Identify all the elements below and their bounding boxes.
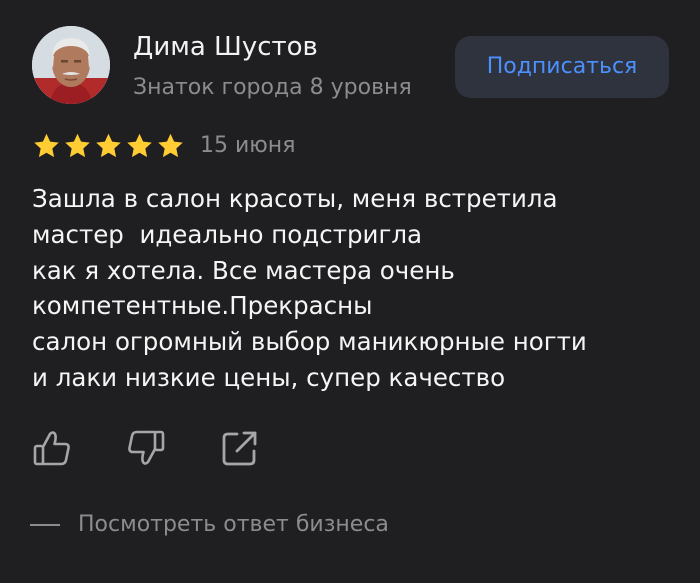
review-text: Зашла в салон красоты, меня встретила мас… [32,181,682,396]
star-icon [96,133,121,158]
review-text-line: компетентные.Прекрасны [32,291,373,321]
business-reply-label: Посмотреть ответ бизнеса [78,512,389,537]
thumbs-up-icon [33,431,70,466]
review-text-line: Зашла в салон красоты, меня встретила [32,184,558,213]
star-rating [32,131,187,161]
star-icon [34,133,59,158]
avatar-photo [32,26,110,104]
thumbs-down-icon [128,430,165,465]
avatar[interactable] [32,26,110,104]
star-icon [127,133,152,158]
review-date: 15 июня [200,133,296,158]
review-text-line: салон огромный выбор маникюрные ногти [32,327,587,357]
share-icon [222,431,257,466]
reply-dash [30,524,60,526]
dislike-button[interactable] [126,428,166,468]
business-reply-link[interactable]: Посмотреть ответ бизнеса [30,508,389,542]
star-icon [65,133,90,158]
author-level: Знаток города 8 уровня [133,75,412,100]
review-text-line: мастер идеально подстригла [32,219,422,249]
share-button[interactable] [220,428,260,468]
review-text-line: как я хотела. Все мастера очень [32,255,455,285]
review-text-line: и лаки низкие цены, супер качество [32,362,506,392]
star-icon [158,133,183,158]
author-name[interactable]: Дима Шустов [133,30,318,64]
like-button[interactable] [32,428,72,468]
subscribe-button[interactable]: Подписаться [455,36,669,98]
